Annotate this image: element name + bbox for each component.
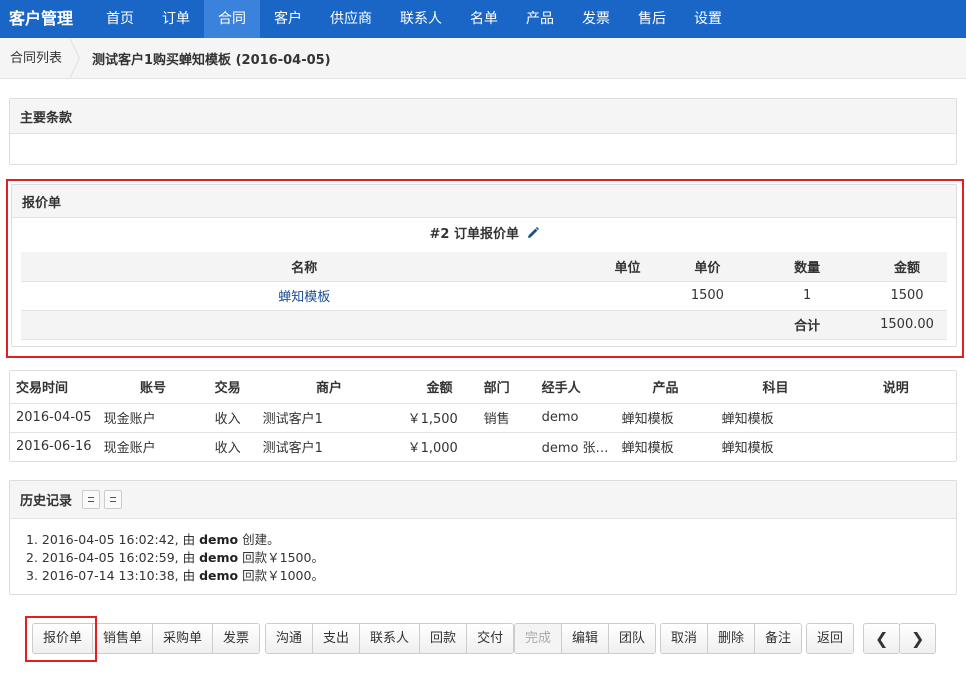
cell-desc — [835, 402, 956, 432]
history-header: 历史记录 — [10, 481, 956, 519]
nav-item-orders[interactable]: 订单 — [148, 0, 204, 38]
button-group-prev: ❮ — [863, 623, 901, 654]
col-merchant: 商户 — [316, 381, 343, 397]
list-item: 1. 2016-04-05 16:02:42, 由 demo 创建。 — [26, 532, 280, 547]
button-group-next: ❯ — [899, 623, 937, 654]
next-arrow-icon[interactable]: ❯ — [900, 624, 936, 653]
nav-item-settings[interactable]: 设置 — [680, 0, 736, 38]
back-button[interactable]: 返回 — [807, 624, 854, 653]
cell-type: 收入 — [208, 402, 257, 432]
sales-order-button[interactable]: 销售单 — [93, 624, 154, 653]
cell-time: 2016-06-16 — [10, 431, 98, 461]
history-list: 1. 2016-04-05 16:02:42, 由 demo 创建。 2. 20… — [10, 519, 956, 585]
breadcrumb-separator — [69, 37, 84, 79]
cell-product: 蝉知模板 — [615, 402, 716, 432]
col-handler: 经手人 — [541, 381, 581, 397]
nav-item-contracts[interactable]: 合同 — [204, 0, 260, 38]
nav-item-products[interactable]: 产品 — [512, 0, 568, 38]
col-account: 账号 — [140, 381, 167, 397]
cell-merchant: 测试客户1 — [256, 431, 402, 461]
breadcrumb-contract-list[interactable]: 合同列表 — [0, 38, 72, 79]
collapse-icon[interactable] — [82, 490, 101, 509]
cell-merchant: 测试客户1 — [256, 402, 402, 432]
contact-button[interactable]: 联系人 — [360, 624, 421, 653]
cell-money: ￥1,000 — [401, 431, 478, 461]
delete-button[interactable]: 删除 — [708, 624, 756, 653]
list-item: 2. 2016-04-05 16:02:59, 由 demo 回款￥1500。 — [26, 550, 324, 565]
prev-arrow-icon[interactable]: ❮ — [864, 624, 900, 653]
cell-handler: demo — [535, 402, 616, 432]
communicate-button[interactable]: 沟通 — [266, 624, 314, 653]
top-nav: 客户管理 首页 订单 合同 客户 供应商 联系人 名单 产品 发票 售后 设置 — [0, 0, 966, 38]
payment-button[interactable]: 回款 — [420, 624, 468, 653]
table-row: 2016-06-16 现金账户 收入 测试客户1 ￥1,000 demo 张… … — [10, 431, 956, 461]
quote-button-highlight — [25, 616, 97, 662]
expand-icon[interactable] — [104, 490, 123, 509]
col-subject: 科目 — [762, 381, 789, 397]
transactions-table: 交易时间 账号 交易 商户 金额 部门 经手人 产品 科目 说明 2016-04… — [10, 371, 956, 461]
button-group-actions: 沟通 支出 联系人 回款 交付 — [265, 623, 515, 654]
breadcrumb-current: 测试客户1购买蝉知模板 (2016-04-05) — [92, 52, 331, 68]
history-panel: 历史记录 1. 2016-04-05 16:02:42, 由 demo 创建。 … — [9, 480, 957, 595]
breadcrumb: 合同列表 测试客户1购买蝉知模板 (2016-04-05) — [0, 37, 966, 79]
finish-button[interactable]: 完成 — [515, 624, 563, 653]
cell-product: 蝉知模板 — [615, 431, 716, 461]
table-row: 2016-04-05 现金账户 收入 测试客户1 ￥1,500 销售 demo … — [10, 402, 956, 432]
purchase-order-button[interactable]: 采购单 — [153, 624, 214, 653]
col-desc: 说明 — [882, 381, 909, 397]
transactions-panel: 交易时间 账号 交易 商户 金额 部门 经手人 产品 科目 说明 2016-04… — [9, 370, 957, 462]
app-brand[interactable]: 客户管理 — [0, 0, 92, 38]
main-terms-title: 主要条款 — [10, 99, 956, 134]
nav-item-home[interactable]: 首页 — [92, 0, 148, 38]
cell-dept: 销售 — [477, 402, 536, 432]
col-dept: 部门 — [483, 381, 510, 397]
col-type: 交易 — [214, 381, 241, 397]
button-group-edit: 完成 编辑 团队 — [514, 623, 657, 654]
nav-item-contacts[interactable]: 联系人 — [386, 0, 456, 38]
main-terms-panel: 主要条款 — [9, 98, 957, 165]
history-title: 历史记录 — [20, 494, 73, 509]
col-time: 交易时间 — [16, 381, 69, 397]
deliver-button[interactable]: 交付 — [467, 624, 514, 653]
nav-item-lists[interactable]: 名单 — [456, 0, 512, 38]
quote-highlight-box — [6, 179, 964, 358]
cell-desc — [835, 431, 956, 461]
col-money: 金额 — [426, 381, 453, 397]
nav-item-suppliers[interactable]: 供应商 — [316, 0, 386, 38]
cell-type: 收入 — [208, 431, 257, 461]
cell-account: 现金账户 — [97, 402, 209, 432]
cell-handler: demo 张… — [535, 431, 616, 461]
edit-button[interactable]: 编辑 — [562, 624, 610, 653]
note-button[interactable]: 备注 — [755, 624, 802, 653]
cancel-button[interactable]: 取消 — [661, 624, 709, 653]
button-group-manage: 取消 删除 备注 — [660, 623, 803, 654]
col-product: 产品 — [652, 381, 679, 397]
nav-item-aftersales[interactable]: 售后 — [624, 0, 680, 38]
expense-button[interactable]: 支出 — [313, 624, 361, 653]
cell-money: ￥1,500 — [401, 402, 478, 432]
team-button[interactable]: 团队 — [609, 624, 656, 653]
transactions-header-row: 交易时间 账号 交易 商户 金额 部门 经手人 产品 科目 说明 — [10, 371, 956, 403]
cell-time: 2016-04-05 — [10, 402, 98, 432]
list-item: 3. 2016-07-14 13:10:38, 由 demo 回款￥1000。 — [26, 568, 324, 583]
cell-subject: 蝉知模板 — [715, 431, 836, 461]
cell-dept — [477, 431, 536, 461]
cell-subject: 蝉知模板 — [715, 402, 836, 432]
nav-item-customers[interactable]: 客户 — [260, 0, 316, 38]
invoice-button[interactable]: 发票 — [213, 624, 260, 653]
cell-account: 现金账户 — [97, 431, 209, 461]
nav-item-invoices[interactable]: 发票 — [568, 0, 624, 38]
button-group-back: 返回 — [806, 623, 855, 654]
